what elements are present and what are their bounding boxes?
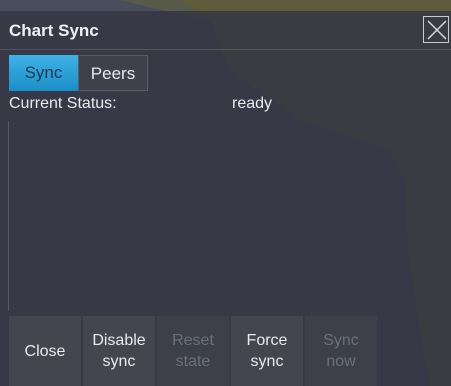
status-label: Current Status: [9, 95, 117, 112]
tab-peers[interactable]: Peers [78, 55, 148, 91]
close-button[interactable]: Close [9, 316, 82, 386]
force-sync-button[interactable]: Force sync [231, 316, 304, 386]
close-button-label: Close [24, 342, 66, 360]
disable-sync-button[interactable]: Disable sync [83, 316, 156, 386]
reset-state-button[interactable]: Reset state [157, 316, 230, 386]
disable-sync-button-label: Disable sync [92, 332, 146, 370]
status-value: ready [232, 95, 273, 112]
button-bar: Close Disable sync Reset state Force syn… [9, 316, 379, 386]
status-row: Current Status: ready [9, 95, 429, 117]
chart-sync-dialog: Chart Sync Sync Peers Current Status: re… [0, 11, 451, 386]
tab-sync[interactable]: Sync [9, 55, 78, 91]
title-bar: Chart Sync [0, 11, 451, 50]
dialog-title: Chart Sync [9, 21, 99, 40]
reset-state-button-label: Reset state [172, 332, 214, 370]
sync-now-button-label: Sync now [323, 332, 359, 370]
divider [8, 121, 9, 311]
close-icon [427, 20, 447, 40]
force-sync-button-label: Force sync [246, 332, 288, 370]
sync-now-button[interactable]: Sync now [305, 316, 378, 386]
close-dialog-button[interactable] [423, 16, 449, 43]
